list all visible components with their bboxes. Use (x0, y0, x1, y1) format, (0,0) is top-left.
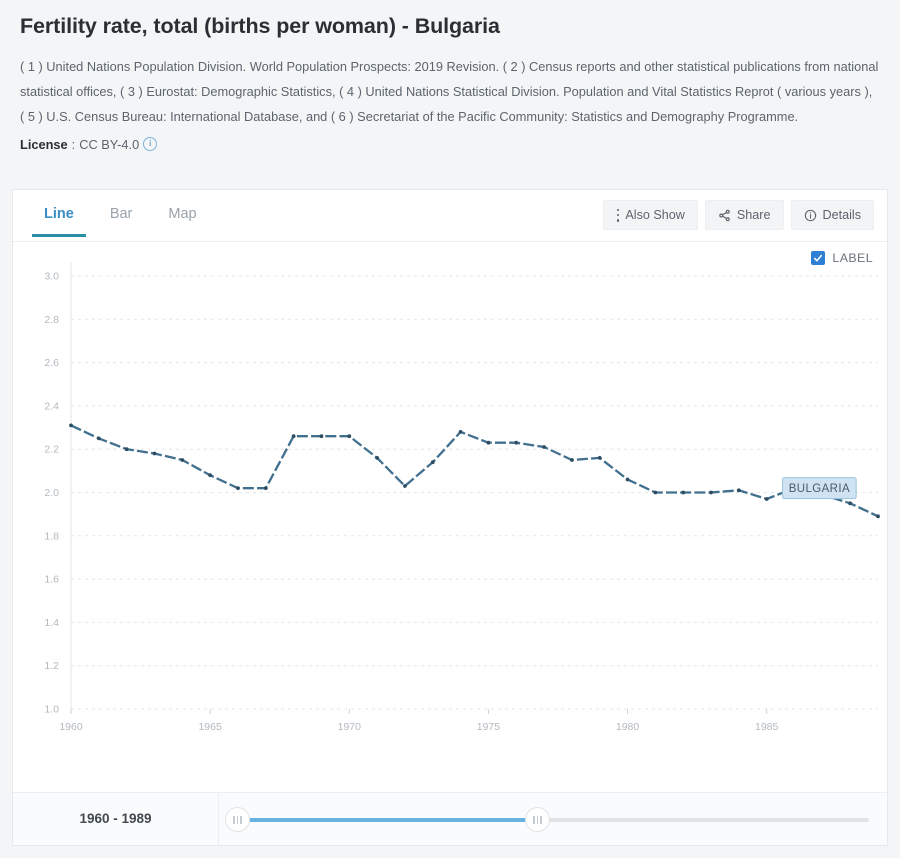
data-point[interactable] (569, 458, 574, 462)
data-point[interactable] (319, 434, 324, 439)
chart-tabs: Line Bar Map (13, 190, 215, 237)
data-point[interactable] (291, 434, 296, 439)
x-axis-tick-label: 1980 (616, 721, 640, 733)
data-point[interactable] (152, 451, 157, 456)
also-show-button[interactable]: Also Show (603, 200, 698, 230)
data-point[interactable] (263, 486, 268, 491)
data-point[interactable] (625, 477, 630, 482)
data-point[interactable] (430, 460, 435, 465)
tab-bar[interactable]: Bar (92, 190, 151, 236)
label-toggle[interactable]: LABEL (811, 251, 873, 265)
data-point[interactable] (375, 455, 380, 460)
x-axis-tick-label: 1960 (59, 721, 83, 733)
fertility-rate-page: Fertility rate, total (births per woman)… (0, 0, 900, 858)
label-toggle-label: LABEL (832, 251, 873, 265)
details-button[interactable]: Details (790, 200, 874, 230)
data-point[interactable] (653, 490, 658, 495)
data-point[interactable] (236, 486, 240, 491)
data-point[interactable] (69, 423, 73, 428)
data-point[interactable] (458, 429, 463, 434)
y-axis-tick-label: 2.8 (44, 314, 59, 326)
data-point[interactable] (876, 514, 880, 519)
y-axis-tick-label: 3.0 (44, 271, 59, 283)
also-show-label: Also Show (625, 208, 685, 222)
info-circle-icon (804, 209, 817, 222)
share-label: Share (736, 208, 771, 222)
y-axis-tick-label: 2.0 (44, 487, 59, 499)
chart-plot-area: LABEL 1.0 1.2 1.4 1.6 1.8 2.0 2.2 2.4 2.6 2.8 3.0 1… (13, 242, 887, 795)
svg-text:BULGARIA: BULGARIA (789, 483, 850, 495)
slider-handle-left[interactable] (225, 807, 250, 832)
data-point[interactable] (124, 447, 129, 452)
license-separator: : (71, 136, 76, 152)
data-point[interactable] (764, 497, 769, 501)
data-point[interactable] (542, 445, 546, 449)
vertical-dots-icon (616, 208, 620, 222)
year-range-slider: 1960 - 1989 (13, 792, 887, 845)
details-label: Details (822, 208, 862, 222)
page-title: Fertility rate, total (births per woman)… (20, 14, 500, 38)
x-axis-tick-label: 1965 (198, 721, 222, 733)
data-point[interactable] (208, 473, 213, 478)
chart-card: Line Bar Map Also Show Share Details LAB… (12, 189, 888, 846)
page-header: Fertility rate, total (births per woman)… (0, 0, 900, 152)
data-point[interactable] (597, 455, 602, 460)
slider-track[interactable] (219, 793, 869, 845)
license-value: CC BY-4.0 (79, 136, 140, 152)
license-label: License (20, 136, 68, 152)
series-callout-label[interactable]: BULGARIA (782, 477, 857, 500)
year-range-label: 1960 - 1989 (13, 793, 219, 845)
chart-tabbar: Line Bar Map Also Show Share Details (13, 190, 887, 242)
y-axis-tick-label: 1.6 (44, 574, 59, 586)
share-icon (718, 209, 731, 222)
data-point[interactable] (347, 434, 352, 439)
data-point[interactable] (848, 501, 853, 506)
y-axis-tick-label: 1.0 (44, 704, 59, 716)
data-point[interactable] (180, 458, 185, 462)
slider-handle-right[interactable] (525, 807, 550, 832)
data-point[interactable] (403, 484, 407, 488)
tab-map[interactable]: Map (150, 190, 214, 236)
slider-fill (237, 818, 537, 822)
data-point[interactable] (736, 488, 741, 493)
y-axis-tick-label: 2.6 (44, 357, 59, 369)
data-point[interactable] (681, 490, 686, 495)
checkbox-checked-icon[interactable] (811, 251, 826, 265)
y-axis-tick-label: 1.4 (44, 617, 59, 629)
data-point[interactable] (514, 440, 519, 445)
chart-toolbar: Also Show Share Details (603, 200, 874, 230)
x-axis-tick-label: 1970 (338, 721, 362, 733)
tab-line[interactable]: Line (26, 190, 92, 237)
info-circle-icon[interactable]: i (143, 137, 158, 152)
share-button[interactable]: Share (704, 200, 784, 230)
line-chart: 1.0 1.2 1.4 1.6 1.8 2.0 2.2 2.4 2.6 2.8 3.0 1960 196… (44, 262, 880, 733)
y-axis-tick-label: 2.4 (44, 400, 59, 412)
data-sources-text: ( 1 ) United Nations Population Division… (20, 59, 879, 124)
x-axis-tick-label: 1975 (477, 721, 501, 733)
data-point[interactable] (486, 440, 491, 445)
data-point[interactable] (709, 490, 713, 495)
series-line (70, 424, 879, 518)
license-line: License : CC BY-4.0 i (20, 137, 880, 152)
y-axis-tick-label: 1.8 (44, 530, 59, 542)
x-axis-tick-label: 1985 (755, 721, 779, 733)
y-axis-tick-label: 2.2 (44, 444, 59, 456)
y-axis-tick-label: 1.2 (44, 660, 59, 672)
data-point[interactable] (96, 436, 101, 441)
